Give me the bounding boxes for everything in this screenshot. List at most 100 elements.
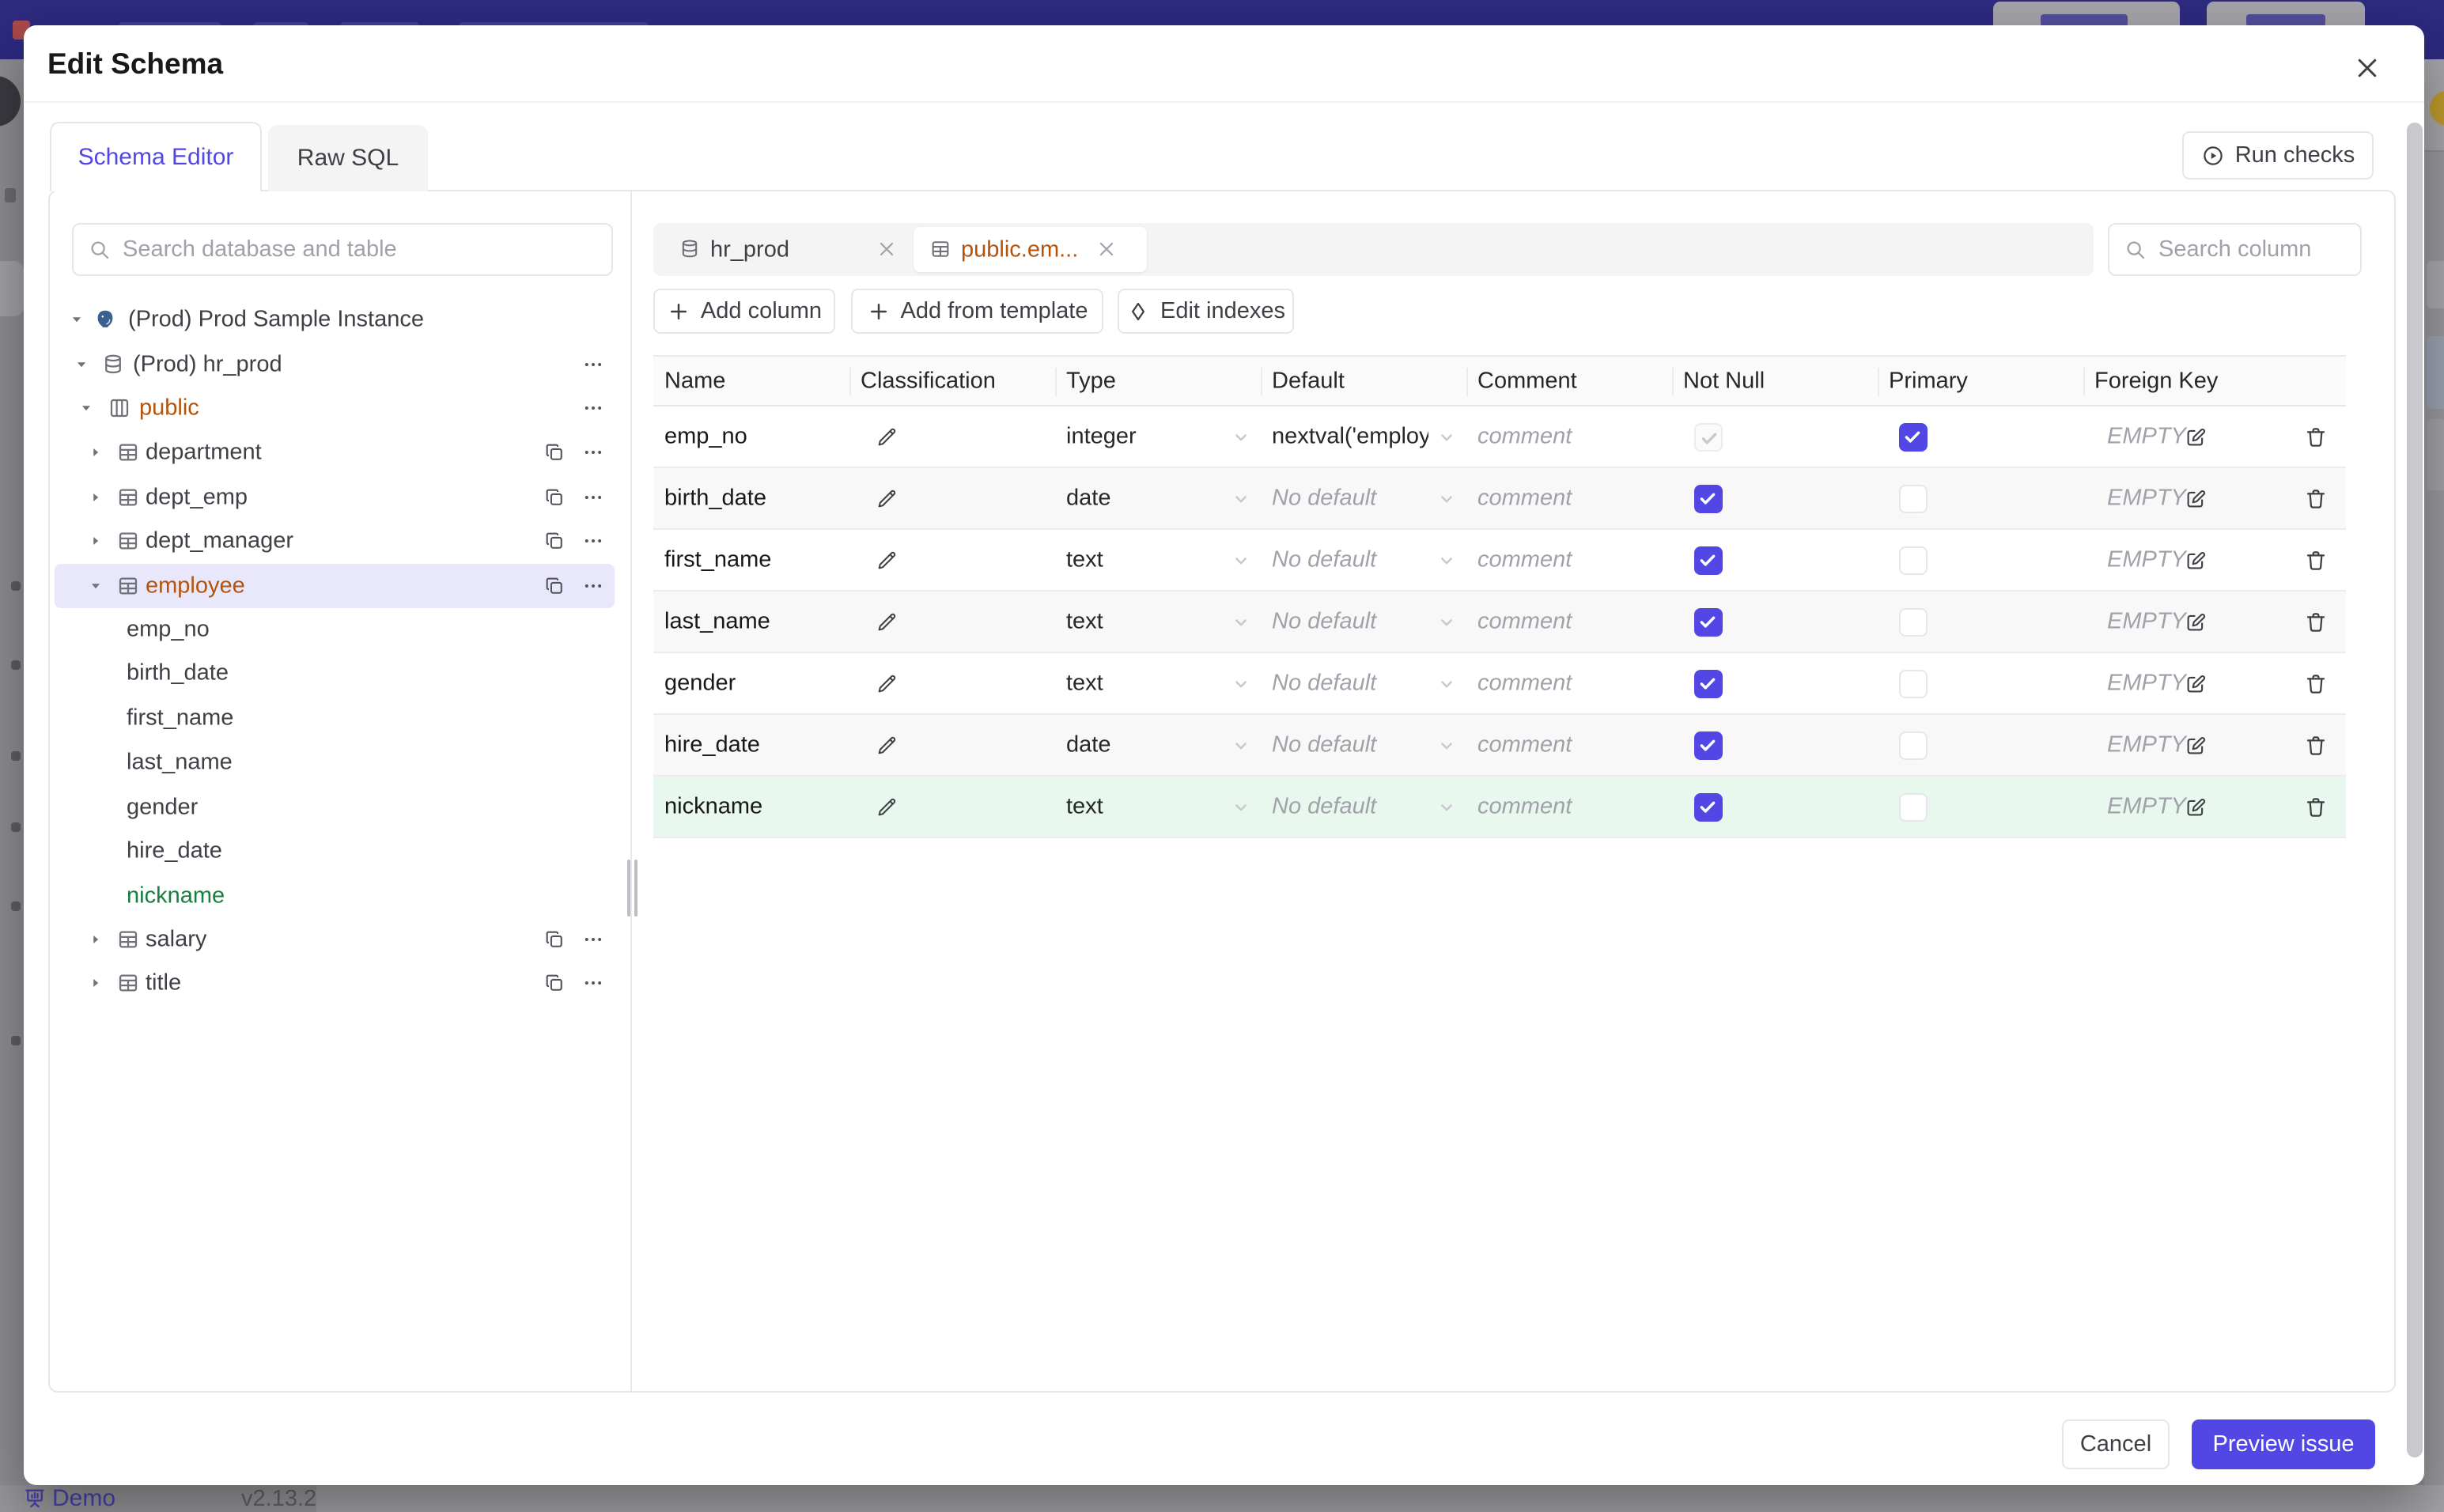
cancel-button[interactable]: Cancel xyxy=(2062,1419,2170,1469)
tree-item-birth-date[interactable]: birth_date xyxy=(55,651,615,695)
preview-issue-button[interactable]: Preview issue xyxy=(2192,1419,2375,1469)
tree-item-dept-manager[interactable]: dept_manager xyxy=(55,519,615,563)
tree-item-prod-hr-prod[interactable]: (Prod) hr_prod xyxy=(55,342,615,387)
comment-input[interactable]: comment xyxy=(1477,424,1572,450)
edit-icon[interactable] xyxy=(2184,549,2208,573)
chevron-down-icon[interactable] xyxy=(1229,610,1253,634)
chevron-down-icon[interactable] xyxy=(1229,734,1253,758)
chevron-down-icon[interactable] xyxy=(1435,672,1458,696)
edit-icon[interactable] xyxy=(2184,425,2208,449)
more-icon[interactable] xyxy=(582,486,604,508)
comment-input[interactable]: comment xyxy=(1477,671,1572,697)
more-icon[interactable] xyxy=(582,353,604,376)
edit-icon[interactable] xyxy=(2184,487,2208,511)
default-select[interactable]: No default xyxy=(1272,547,1376,573)
comment-input[interactable]: comment xyxy=(1477,486,1572,512)
comment-input[interactable]: comment xyxy=(1477,794,1572,820)
edit-icon[interactable] xyxy=(2184,796,2208,819)
chip-public-employee[interactable]: public.em... xyxy=(914,227,1147,272)
copy-icon[interactable] xyxy=(543,486,566,508)
type-select[interactable]: text xyxy=(1066,794,1103,820)
comment-input[interactable]: comment xyxy=(1477,609,1572,635)
default-select[interactable]: No default xyxy=(1272,732,1376,758)
type-select[interactable]: text xyxy=(1066,547,1103,573)
caret-right-icon[interactable] xyxy=(87,489,104,506)
not-null-checkbox[interactable] xyxy=(1694,731,1723,760)
caret-down-icon[interactable] xyxy=(68,311,85,328)
pencil-icon[interactable] xyxy=(875,549,899,573)
edit-indexes-button[interactable]: Edit indexes xyxy=(1118,289,1294,334)
add-column-button[interactable]: Add column xyxy=(653,289,835,334)
pencil-icon[interactable] xyxy=(875,487,899,511)
default-select[interactable]: No default xyxy=(1272,609,1376,635)
more-icon[interactable] xyxy=(582,575,604,597)
column-name-cell[interactable]: first_name xyxy=(664,547,771,573)
not-null-checkbox[interactable] xyxy=(1694,423,1723,452)
tree-item-hire-date[interactable]: hire_date xyxy=(55,829,615,873)
type-select[interactable]: date xyxy=(1066,486,1110,512)
chevron-down-icon[interactable] xyxy=(1229,672,1253,696)
caret-right-icon[interactable] xyxy=(87,974,104,992)
copy-icon[interactable] xyxy=(543,575,566,597)
edit-icon[interactable] xyxy=(2184,734,2208,758)
primary-checkbox[interactable] xyxy=(1899,608,1928,637)
default-select[interactable]: nextval('employ xyxy=(1272,424,1428,450)
trash-icon[interactable] xyxy=(2303,671,2329,697)
comment-input[interactable]: comment xyxy=(1477,547,1572,573)
type-select[interactable]: text xyxy=(1066,671,1103,697)
chevron-down-icon[interactable] xyxy=(1229,425,1253,449)
panel-resize-handle[interactable] xyxy=(627,860,630,917)
tree-item-employee[interactable]: employee xyxy=(55,564,615,608)
default-select[interactable]: No default xyxy=(1272,486,1376,512)
caret-right-icon[interactable] xyxy=(87,532,104,550)
column-name-cell[interactable]: birth_date xyxy=(664,486,766,512)
chevron-down-icon[interactable] xyxy=(1229,487,1253,511)
comment-input[interactable]: comment xyxy=(1477,732,1572,758)
tree-item-public[interactable]: public xyxy=(55,386,615,430)
tree-item-first-name[interactable]: first_name xyxy=(55,696,615,740)
tree-item-last-name[interactable]: last_name xyxy=(55,740,615,784)
column-name-cell[interactable]: emp_no xyxy=(664,424,747,450)
copy-icon[interactable] xyxy=(543,530,566,552)
chevron-down-icon[interactable] xyxy=(1435,734,1458,758)
column-name-cell[interactable]: hire_date xyxy=(664,732,760,758)
panel-resize-handle[interactable] xyxy=(634,860,637,917)
column-search-input[interactable]: Search column xyxy=(2108,223,2362,276)
close-icon[interactable] xyxy=(1096,239,1117,259)
chip-hr-prod[interactable]: hr_prod xyxy=(710,236,789,263)
chevron-down-icon[interactable] xyxy=(1435,425,1458,449)
more-icon[interactable] xyxy=(582,441,604,463)
type-select[interactable]: text xyxy=(1066,609,1103,635)
not-null-checkbox[interactable] xyxy=(1694,608,1723,637)
more-icon[interactable] xyxy=(582,972,604,994)
primary-checkbox[interactable] xyxy=(1899,546,1928,575)
trash-icon[interactable] xyxy=(2303,425,2329,450)
type-select[interactable]: date xyxy=(1066,732,1110,758)
modal-scrollbar[interactable] xyxy=(2407,123,2423,1457)
copy-icon[interactable] xyxy=(543,972,566,994)
database-search-input[interactable]: Search database and table xyxy=(72,223,613,276)
tab-raw-sql[interactable]: Raw SQL xyxy=(268,125,428,191)
pencil-icon[interactable] xyxy=(875,610,899,634)
more-icon[interactable] xyxy=(582,928,604,951)
tree-item-nickname[interactable]: nickname xyxy=(55,874,615,918)
copy-icon[interactable] xyxy=(543,441,566,463)
copy-icon[interactable] xyxy=(543,928,566,951)
default-select[interactable]: No default xyxy=(1272,671,1376,697)
trash-icon[interactable] xyxy=(2303,610,2329,635)
primary-checkbox[interactable] xyxy=(1899,731,1928,760)
caret-down-icon[interactable] xyxy=(73,356,90,373)
add-from-template-button[interactable]: Add from template xyxy=(851,289,1103,334)
caret-right-icon[interactable] xyxy=(87,931,104,948)
primary-checkbox[interactable] xyxy=(1899,793,1928,822)
not-null-checkbox[interactable] xyxy=(1694,485,1723,513)
chevron-down-icon[interactable] xyxy=(1435,610,1458,634)
pencil-icon[interactable] xyxy=(875,734,899,758)
pencil-icon[interactable] xyxy=(875,672,899,696)
tree-item-prod-prod-sample-instance[interactable]: (Prod) Prod Sample Instance xyxy=(55,297,615,342)
tree-item-salary[interactable]: salary xyxy=(55,917,615,962)
chevron-down-icon[interactable] xyxy=(1435,487,1458,511)
trash-icon[interactable] xyxy=(2303,486,2329,512)
tree-item-dept-emp[interactable]: dept_emp xyxy=(55,475,615,520)
chevron-down-icon[interactable] xyxy=(1435,796,1458,819)
